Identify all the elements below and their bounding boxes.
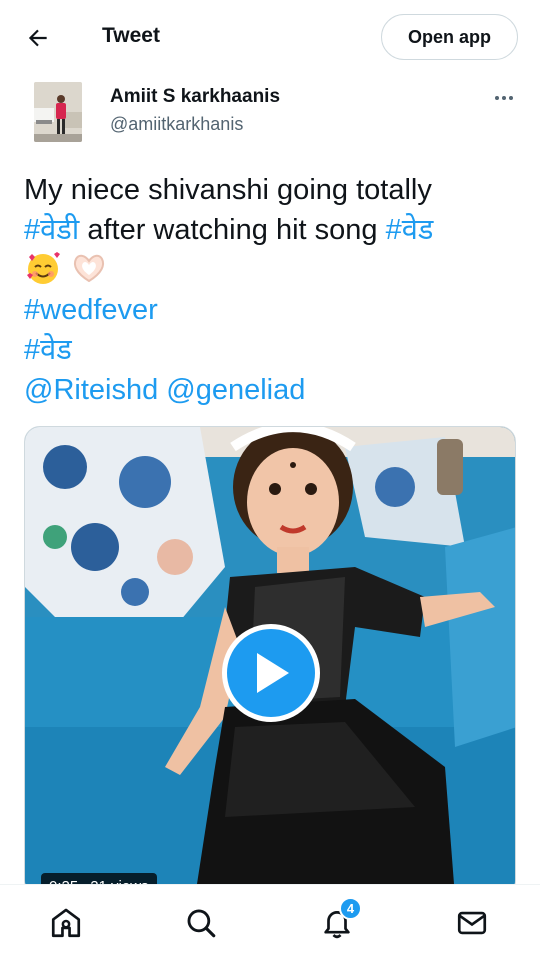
tweet-text: My niece shivanshi going totally #वेडी a… — [24, 170, 524, 410]
heart-hands-icon — [70, 251, 108, 285]
hashtag-ved-2[interactable]: #वेड — [24, 334, 72, 366]
back-arrow-icon[interactable] — [22, 22, 54, 54]
play-button[interactable] — [222, 624, 320, 722]
page-title: Tweet — [102, 24, 160, 47]
hashtag-vedi[interactable]: #वेडी — [24, 214, 79, 246]
notifications-count-badge: 4 — [339, 897, 362, 920]
smiling-face-with-hearts-icon — [24, 251, 62, 285]
tweet-line-ved: #वेड — [24, 330, 524, 370]
tweet-line-emojis — [24, 250, 524, 290]
tweet-video[interactable]: 0:25 21 views — [24, 426, 516, 896]
hashtag-ved[interactable]: #वेड — [386, 214, 434, 246]
search-icon[interactable] — [183, 905, 219, 941]
author-name[interactable]: Amiit S karkhaanis — [110, 86, 280, 108]
tweet-line-2: #वेडी after watching hit song #वेड — [24, 210, 524, 250]
more-options-icon[interactable] — [490, 88, 518, 108]
open-app-button[interactable]: Open app — [381, 14, 518, 60]
tweet-author: Amiit S karkhaanis @amiitkarkhanis — [0, 82, 540, 146]
mention-geneliad[interactable]: @geneliad — [166, 374, 305, 406]
home-icon[interactable] — [48, 905, 84, 941]
bottom-nav: 4 — [0, 884, 540, 960]
tweet-text-middle: after watching hit song — [79, 214, 386, 246]
hashtag-wedfever[interactable]: #wedfever — [24, 294, 158, 326]
avatar[interactable] — [34, 82, 82, 142]
tweet-line-wedfever: #wedfever — [24, 290, 524, 330]
top-bar: Tweet Open app — [0, 0, 540, 74]
messages-icon[interactable] — [454, 905, 490, 941]
author-handle[interactable]: @amiitkarkhanis — [110, 114, 243, 135]
play-icon — [257, 653, 289, 693]
mention-riteishd[interactable]: @Riteishd — [24, 374, 158, 406]
tweet-line-mentions: @Riteishd @geneliad — [24, 370, 524, 410]
tweet-line-1: My niece shivanshi going totally — [24, 174, 432, 206]
